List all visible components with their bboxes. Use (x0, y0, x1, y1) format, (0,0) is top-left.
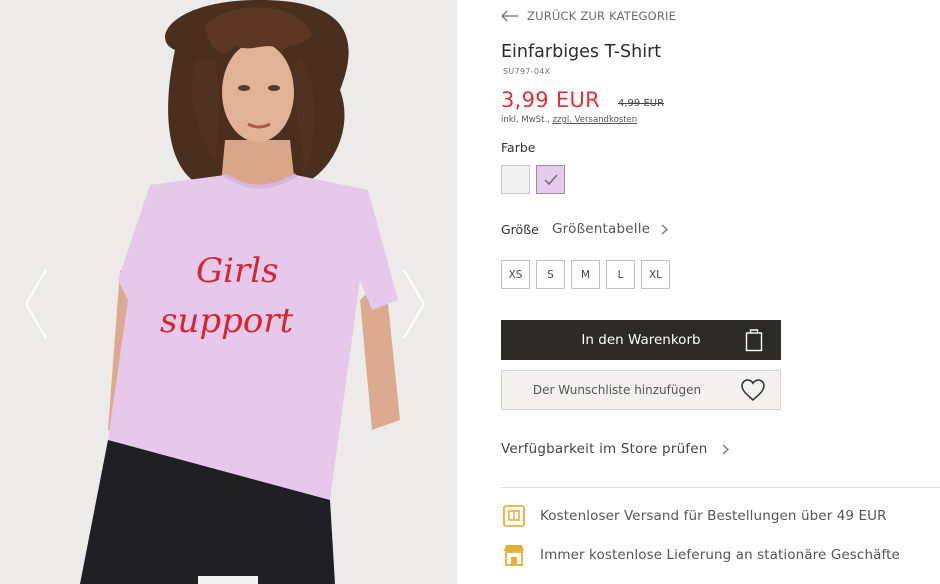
heart-icon (741, 379, 765, 402)
delivery-box-icon (503, 505, 525, 527)
size-option-xl[interactable]: XL (641, 260, 670, 289)
size-option-s[interactable]: S (536, 260, 565, 289)
vat-note: inkl. MwSt., zzgl. Versandkosten (501, 115, 637, 125)
product-title: Einfarbiges T-Shirt (501, 42, 662, 62)
current-price: 3,99 EUR (501, 88, 601, 112)
color-swatch-pink[interactable] (536, 165, 565, 194)
product-details-panel: ZURÜCK ZUR KATEGORIE Einfarbiges T-Shirt… (501, 0, 940, 584)
add-to-cart-label: In den Warenkorb (581, 332, 701, 348)
product-sku: SU797-04X (503, 67, 551, 76)
add-to-wishlist-button[interactable]: Der Wunschliste hinzufügen (501, 370, 781, 410)
add-to-cart-button[interactable]: In den Warenkorb (501, 320, 781, 360)
color-swatch-white[interactable] (501, 165, 530, 194)
arrow-left-icon (501, 10, 518, 22)
benefit-store-delivery: Immer kostenlose Lieferung an stationäre… (501, 542, 900, 568)
shipping-costs-link[interactable]: zzgl. Versandkosten (553, 115, 638, 125)
size-table-link[interactable]: Größentabelle (552, 221, 669, 237)
product-photo: Girls support (0, 0, 457, 584)
next-image-arrow[interactable] (400, 268, 428, 340)
shopping-bag-icon (745, 329, 763, 352)
product-image-gallery: Girls support (0, 0, 457, 584)
vat-prefix: inkl. MwSt., (501, 115, 553, 125)
size-option-xs[interactable]: XS (501, 260, 530, 289)
check-store-availability-label: Verfügbarkeit im Store prüfen (501, 441, 708, 457)
add-to-wishlist-label: Der Wunschliste hinzufügen (532, 383, 702, 397)
store-icon (504, 545, 524, 566)
size-option-m[interactable]: M (571, 260, 600, 289)
back-to-category-label: ZURÜCK ZUR KATEGORIE (527, 9, 677, 23)
back-to-category-link[interactable]: ZURÜCK ZUR KATEGORIE (501, 9, 676, 23)
checkmark-icon (544, 174, 558, 185)
old-price: 4,99 EUR (618, 98, 665, 109)
benefit-store-delivery-text: Immer kostenlose Lieferung an stationäre… (540, 547, 900, 563)
size-option-l[interactable]: L (606, 260, 635, 289)
shirt-print-line-2: support (160, 301, 294, 341)
check-store-availability-link[interactable]: Verfügbarkeit im Store prüfen (501, 441, 729, 457)
benefit-free-shipping: Kostenloser Versand für Bestellungen übe… (501, 503, 887, 529)
chevron-right-icon (661, 224, 669, 234)
size-label: Größe (501, 222, 539, 237)
color-label: Farbe (501, 140, 536, 155)
size-table-label: Größentabelle (552, 221, 651, 237)
benefit-free-shipping-text: Kostenloser Versand für Bestellungen übe… (540, 508, 887, 524)
previous-image-arrow[interactable] (22, 268, 50, 340)
divider (501, 487, 940, 488)
chevron-right-icon (722, 444, 729, 454)
shirt-print-line-1: Girls (196, 251, 279, 291)
